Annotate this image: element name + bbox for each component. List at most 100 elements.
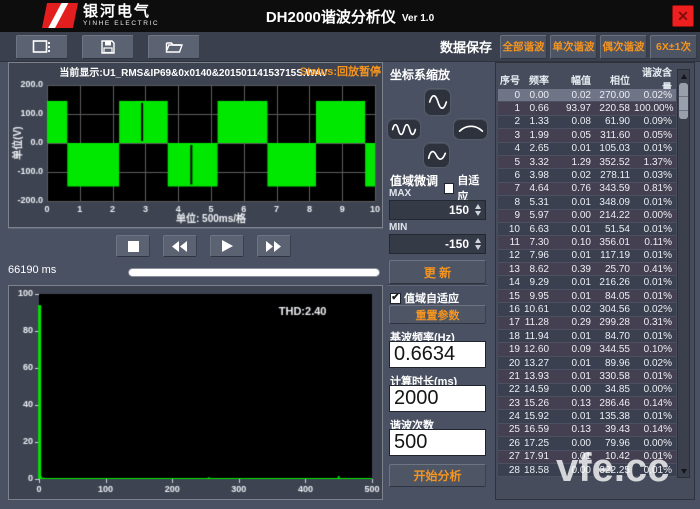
zoom-up-button[interactable] xyxy=(424,88,451,116)
table-cell: 17.91 xyxy=(524,450,553,463)
stepper-arrows-icon[interactable] xyxy=(475,238,481,250)
table-cell: 34.85 xyxy=(595,383,634,396)
table-cell: 0.02% xyxy=(634,357,676,370)
harmonic-order-input[interactable]: 500 xyxy=(389,429,486,456)
start-analysis-button[interactable]: 开始分析 xyxy=(389,464,486,487)
table-cell: 343.59 xyxy=(595,182,634,195)
table-row[interactable]: 2013.270.0189.960.02% xyxy=(498,357,676,370)
table-cell: 270.00 xyxy=(595,89,634,102)
table-cell: 214.22 xyxy=(595,209,634,222)
table-cell: 0.01 xyxy=(553,276,595,289)
stop-button[interactable] xyxy=(116,235,150,257)
calc-duration-input[interactable]: 2000 xyxy=(389,385,486,412)
table-row[interactable]: 159.950.0184.050.01% xyxy=(498,290,676,303)
table-cell: 1 xyxy=(498,102,524,115)
fast-forward-button[interactable] xyxy=(257,235,291,257)
table-row[interactable]: 53.321.29352.521.37% xyxy=(498,156,676,169)
table-row[interactable]: 1811.940.0184.700.01% xyxy=(498,330,676,343)
scroll-down-icon[interactable] xyxy=(678,465,689,477)
table-cell: 6 xyxy=(498,169,524,182)
table-cell: 220.58 xyxy=(595,102,634,115)
current-display-label: 当前显示:U1_RMS&IP69&0x0140&20150114153715S.… xyxy=(59,64,327,79)
adaptive-checkbox[interactable] xyxy=(444,183,454,194)
zoom-right-button[interactable] xyxy=(453,118,488,140)
table-row[interactable]: 21.330.0861.900.09% xyxy=(498,116,676,129)
reset-params-button[interactable]: 重置参数 xyxy=(389,305,486,324)
table-row[interactable]: 31.990.05311.600.05% xyxy=(498,129,676,142)
zoom-down-button[interactable] xyxy=(423,142,450,168)
table-row[interactable]: 138.620.3925.700.41% xyxy=(498,263,676,276)
table-row[interactable]: 2617.250.0079.960.00% xyxy=(498,437,676,450)
table-row[interactable]: 1610.610.02304.560.02% xyxy=(498,303,676,316)
filter-all-harmonics-button[interactable]: 全部谐波 xyxy=(500,35,547,59)
play-button[interactable] xyxy=(210,235,244,257)
time-bar: 66190 ms xyxy=(8,260,383,284)
filter-even-harmonics-button[interactable]: 偶次谐波 xyxy=(600,35,647,59)
table-row[interactable]: 1912.600.09344.550.10% xyxy=(498,343,676,356)
table-row[interactable]: 95.970.00214.220.00% xyxy=(498,210,676,223)
save-button[interactable] xyxy=(82,35,134,59)
table-row[interactable]: 10.6693.97220.58100.00% xyxy=(498,102,676,115)
range-autofit-checkbox[interactable]: ✔ xyxy=(390,293,401,304)
table-cell: 11.94 xyxy=(524,330,553,343)
min-value-stepper[interactable]: -150 xyxy=(389,234,486,254)
table-row[interactable]: 117.300.10356.010.11% xyxy=(498,236,676,249)
table-cell: 5.31 xyxy=(524,196,553,209)
open-file-button[interactable] xyxy=(148,35,200,59)
table-row[interactable]: 2113.930.01330.580.01% xyxy=(498,370,676,383)
filter-odd-harmonics-button[interactable]: 单次谐波 xyxy=(550,35,597,59)
table-row[interactable]: 2214.590.0034.850.00% xyxy=(498,384,676,397)
min-value: -150 xyxy=(445,237,469,251)
app-title-text: DH2000谐波分析仪 xyxy=(266,6,396,27)
table-row[interactable]: 74.640.76343.590.81% xyxy=(498,183,676,196)
table-cell: 0.14% xyxy=(634,397,676,410)
table-cell: 278.11 xyxy=(595,169,634,182)
playback-progress-slider[interactable] xyxy=(128,268,380,277)
table-cell: 0.14% xyxy=(634,423,676,436)
control-column: 坐标系缩放 值域微调 自适应 MAX 150 MIN -150 更 新 xyxy=(387,62,488,500)
table-row[interactable]: 106.630.0151.540.01% xyxy=(498,223,676,236)
table-cell: 0.10 xyxy=(553,236,595,249)
report-button[interactable] xyxy=(16,35,68,59)
min-label: MIN xyxy=(389,222,407,233)
close-button[interactable]: ✕ xyxy=(672,5,694,27)
table-row[interactable]: 2315.260.13286.460.14% xyxy=(498,397,676,410)
table-cell: 0.29 xyxy=(553,316,595,329)
table-cell: 286.46 xyxy=(595,397,634,410)
table-cell: 0.02% xyxy=(634,303,676,316)
table-cell: 23 xyxy=(498,397,524,410)
table-cell: 0.09% xyxy=(634,115,676,128)
scroll-up-icon[interactable] xyxy=(678,70,689,82)
table-scrollbar[interactable] xyxy=(677,69,690,478)
table-row[interactable]: 00.000.02270.000.02% xyxy=(498,89,676,102)
sine-wave-icon xyxy=(427,148,447,162)
table-cell: 356.01 xyxy=(595,236,634,249)
app-version: Ver 1.0 xyxy=(402,13,434,24)
table-row[interactable]: 85.310.01348.090.01% xyxy=(498,196,676,209)
fundamental-freq-input[interactable]: 0.6634 xyxy=(389,341,486,368)
rewind-icon xyxy=(172,241,188,252)
table-row[interactable]: 63.980.02278.110.03% xyxy=(498,169,676,182)
table-cell: 0.08 xyxy=(553,115,595,128)
update-button[interactable]: 更 新 xyxy=(389,260,486,284)
table-row[interactable]: 2818.580.00322.250.01% xyxy=(498,464,676,477)
zoom-left-button[interactable] xyxy=(387,118,421,140)
table-cell: 0.01% xyxy=(634,142,676,155)
scrollbar-thumb[interactable] xyxy=(679,83,688,119)
table-row[interactable]: 2516.590.1339.430.14% xyxy=(498,424,676,437)
table-cell: 61.90 xyxy=(595,115,634,128)
table-row[interactable]: 1711.280.29299.280.31% xyxy=(498,317,676,330)
table-row[interactable]: 2717.910.0110.420.01% xyxy=(498,451,676,464)
playback-controls xyxy=(8,228,383,260)
max-value-stepper[interactable]: 150 xyxy=(389,200,486,220)
table-cell: 311.60 xyxy=(595,129,634,142)
table-row[interactable]: 2415.920.01135.380.01% xyxy=(498,410,676,423)
table-row[interactable]: 127.960.01117.190.01% xyxy=(498,250,676,263)
stepper-arrows-icon[interactable] xyxy=(475,204,481,216)
rewind-button[interactable] xyxy=(163,235,197,257)
table-cell: 11 xyxy=(498,236,524,249)
table-row[interactable]: 42.650.01105.030.01% xyxy=(498,143,676,156)
table-cell: 15.92 xyxy=(524,410,553,423)
filter-6x1-harmonics-button[interactable]: 6X±1次 xyxy=(650,35,697,59)
table-row[interactable]: 149.290.01216.260.01% xyxy=(498,276,676,289)
